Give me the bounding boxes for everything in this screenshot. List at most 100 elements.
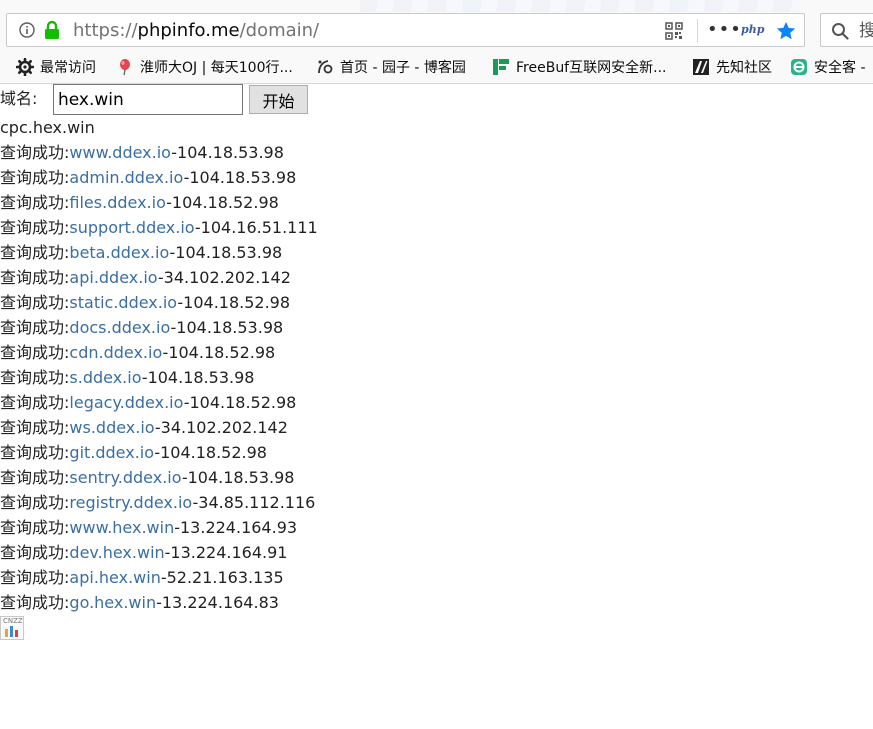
result-status: 查询成功: — [0, 493, 70, 512]
bookmark-xianzhi[interactable]: 先知社区 — [692, 58, 772, 78]
result-domain-link[interactable]: static.ddex.io — [69, 293, 177, 312]
search-box[interactable]: 搜 — [820, 13, 873, 47]
result-domain-link[interactable]: legacy.ddex.io — [69, 393, 183, 412]
result-ip: -104.18.53.98 — [170, 318, 284, 337]
result-domain-link[interactable]: git.ddex.io — [69, 443, 154, 462]
result-status: 查询成功: — [0, 568, 70, 587]
result-domain-link[interactable]: api.ddex.io — [69, 268, 157, 287]
result-status: 查询成功: — [0, 318, 70, 337]
result-item: 查询成功:docs.ddex.io-104.18.53.98 — [0, 318, 318, 343]
result-domain-link[interactable]: support.ddex.io — [69, 218, 194, 237]
bookmark-label: 先知社区 — [716, 60, 772, 76]
result-ip: -104.18.52.98 — [177, 293, 291, 312]
address-bar-divider — [697, 19, 698, 43]
result-domain-link[interactable]: registry.ddex.io — [69, 493, 192, 512]
result-domain-link[interactable]: sentry.ddex.io — [69, 468, 181, 487]
cnzz-stats-badge[interactable]: CNZZ — [0, 616, 24, 640]
page-actions-icon[interactable]: ••• — [707, 21, 741, 39]
result-ip: -104.16.51.111 — [194, 218, 318, 237]
result-domain-link[interactable]: beta.ddex.io — [69, 243, 169, 262]
lock-icon[interactable] — [43, 20, 61, 40]
balloon-icon — [120, 59, 130, 76]
domain-input[interactable] — [53, 84, 243, 115]
result-ip: -13.224.164.83 — [156, 593, 279, 612]
search-icon — [832, 23, 849, 40]
result-ip: -104.18.52.98 — [166, 193, 279, 212]
result-ip: -104.18.52.98 — [183, 393, 297, 412]
result-domain-link[interactable]: admin.ddex.io — [69, 168, 183, 187]
search-placeholder: 搜 — [859, 21, 873, 41]
cnzz-stats-icon — [5, 626, 18, 637]
bookmark-cnblogs[interactable]: 首页 - 园子 - 博客园 — [316, 58, 466, 78]
bookmark-label: 淮师大OJ | 每天100行... — [140, 60, 293, 76]
result-domain-link[interactable]: ws.ddex.io — [69, 418, 154, 437]
bookmark-hnu-oj[interactable]: 淮师大OJ | 每天100行... — [116, 58, 293, 78]
browser-toolbar: https://phpinfo.me/domain/ ••• php 搜 最常访… — [0, 0, 873, 84]
result-item: 查询成功:go.hex.win-13.224.164.83 — [0, 593, 318, 618]
result-domain-link[interactable]: www.hex.win — [69, 518, 174, 537]
bookmark-label: FreeBuf互联网安全新... — [516, 60, 667, 76]
result-domain-link[interactable]: dev.hex.win — [69, 543, 164, 562]
freebuf-icon — [493, 59, 509, 75]
bookmark-star-icon[interactable] — [775, 20, 797, 42]
result-ip: -104.18.52.98 — [154, 443, 267, 462]
result-item: 查询成功:support.ddex.io-104.16.51.111 — [0, 218, 318, 243]
result-item: 查询成功:www.hex.win-13.224.164.93 — [0, 518, 318, 543]
url-host: phpinfo.me — [137, 20, 240, 41]
result-status: 查询成功: — [0, 543, 70, 562]
result-status: 查询成功: — [0, 293, 70, 312]
result-item: 查询成功:api.ddex.io-34.102.202.142 — [0, 268, 318, 293]
result-domain-link[interactable]: www.ddex.io — [69, 143, 171, 162]
result-item: 查询成功:dev.hex.win-13.224.164.91 — [0, 543, 318, 568]
result-ip: -104.18.53.98 — [171, 143, 284, 162]
result-item: 查询成功:cdn.ddex.io-104.18.52.98 — [0, 343, 318, 368]
bookmark-label: 最常访问 — [40, 60, 96, 76]
address-bar[interactable]: https://phpinfo.me/domain/ ••• php — [6, 13, 805, 47]
result-status: 查询成功: — [0, 143, 70, 162]
result-domain-link[interactable]: s.ddex.io — [69, 368, 141, 387]
result-status: 查询成功: — [0, 593, 70, 612]
result-domain-link[interactable]: cdn.ddex.io — [69, 343, 162, 362]
result-status: 查询成功: — [0, 393, 70, 412]
result-status: 查询成功: — [0, 518, 70, 537]
result-domain-link[interactable]: docs.ddex.io — [69, 318, 170, 337]
bookmark-anquanke[interactable]: 安全客 - — [790, 58, 866, 78]
bookmarks-toolbar: 最常访问 淮师大OJ | 每天100行... 首页 - 园子 - 博客园 Fre… — [0, 54, 873, 82]
toolbar-background-pattern — [360, 0, 800, 12]
start-button[interactable]: 开始 — [249, 85, 308, 114]
result-ip: -34.102.202.142 — [157, 268, 291, 287]
result-domain-link[interactable]: api.hex.win — [69, 568, 160, 587]
result-item: 查询成功:registry.ddex.io-34.85.112.116 — [0, 493, 318, 518]
xianzhi-icon — [693, 59, 709, 75]
result-status: 查询成功: — [0, 343, 70, 362]
result-ip: -13.224.164.93 — [174, 518, 298, 537]
result-status: 查询成功: — [0, 268, 70, 287]
result-item: 查询成功:admin.ddex.io-104.18.53.98 — [0, 168, 318, 193]
cnblogs-icon — [318, 60, 333, 74]
bookmark-freebuf[interactable]: FreeBuf互联网安全新... — [492, 58, 666, 78]
result-ip: -13.224.164.91 — [164, 543, 288, 562]
url-text[interactable]: https://phpinfo.me/domain/ — [73, 20, 319, 42]
gear-icon — [16, 58, 34, 76]
result-item: 查询成功:s.ddex.io-104.18.53.98 — [0, 368, 318, 393]
result-item: 查询成功:files.ddex.io-104.18.52.98 — [0, 193, 318, 218]
info-icon[interactable] — [19, 22, 35, 38]
php-extension-icon[interactable]: php — [741, 23, 764, 36]
result-ip: -104.18.53.98 — [141, 368, 255, 387]
domain-label: 域名: — [0, 89, 38, 108]
result-item: 查询成功:sentry.ddex.io-104.18.53.98 — [0, 468, 318, 493]
result-domain-link[interactable]: go.hex.win — [69, 593, 156, 612]
result-ip: -52.21.163.135 — [160, 568, 284, 587]
result-status: 查询成功: — [0, 218, 70, 237]
result-ip: -34.85.112.116 — [192, 493, 316, 512]
bookmark-label: 安全客 - — [814, 60, 866, 76]
bookmark-most-visited[interactable]: 最常访问 — [16, 58, 96, 78]
qr-code-icon[interactable] — [665, 22, 683, 40]
result-item: 查询成功:api.hex.win-52.21.163.135 — [0, 568, 318, 593]
result-item: 查询成功:ws.ddex.io-34.102.202.142 — [0, 418, 318, 443]
result-domain-link[interactable]: files.ddex.io — [69, 193, 166, 212]
bookmark-label: 首页 - 园子 - 博客园 — [340, 60, 466, 76]
result-ip: -104.18.53.98 — [181, 468, 295, 487]
result-item: 查询成功:beta.ddex.io-104.18.53.98 — [0, 243, 318, 268]
url-protocol: https:// — [73, 20, 138, 41]
